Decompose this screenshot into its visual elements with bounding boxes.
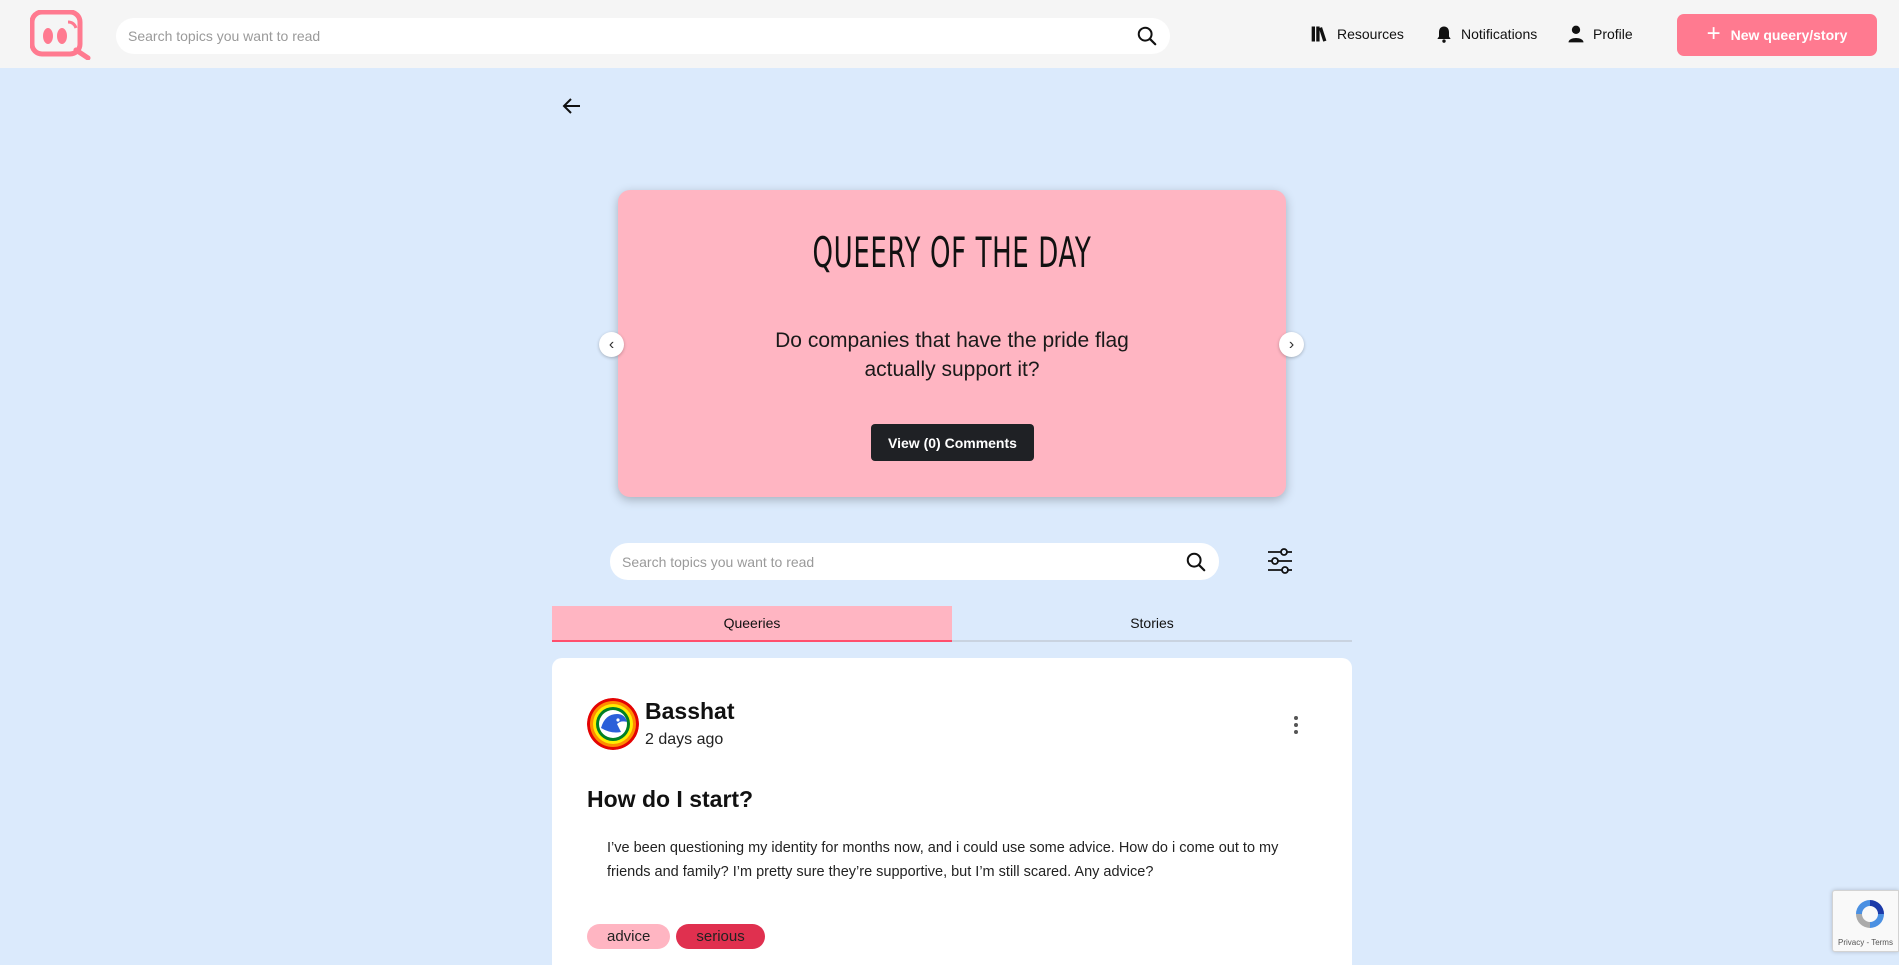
books-icon: [1311, 26, 1327, 42]
tag-advice[interactable]: advice: [587, 924, 671, 949]
feed-tabs: Queeries Stories: [552, 606, 1352, 642]
queery-of-the-day-card: QUEERY OF THE DAY Do companies that have…: [618, 190, 1286, 497]
new-queery-story-label: New queery/story: [1730, 27, 1848, 43]
feed-search: [610, 543, 1219, 580]
feed-search-input[interactable]: [610, 543, 1150, 580]
nav-profile-label: Profile: [1593, 26, 1633, 42]
post-timestamp: 2 days ago: [645, 731, 724, 748]
plus-icon: +: [1706, 20, 1721, 47]
nav-resources-label: Resources: [1337, 26, 1404, 42]
post-author[interactable]: Basshat: [645, 698, 734, 725]
filter-sliders-icon[interactable]: [1266, 547, 1294, 575]
app-logo[interactable]: [29, 9, 92, 61]
more-options-icon[interactable]: [1284, 713, 1308, 737]
tab-queeries[interactable]: Queeries: [552, 606, 952, 642]
post-body: I’ve been questioning my identity for mo…: [607, 840, 1279, 880]
bell-icon: [1437, 26, 1451, 43]
header-search: [116, 18, 1170, 54]
header-search-input[interactable]: [116, 18, 1096, 54]
back-arrow-icon[interactable]: [560, 94, 584, 118]
qotd-title: QUEERY OF THE DAY: [812, 228, 1092, 277]
qotd-question: Do companies that have the pride flag ac…: [775, 329, 1129, 381]
top-navbar: Resources Notifications Profile + New qu…: [0, 0, 1899, 68]
tab-stories[interactable]: Stories: [952, 606, 1352, 640]
chevron-left-icon: ‹: [608, 335, 615, 353]
search-icon[interactable]: [1185, 551, 1207, 573]
recaptcha-links[interactable]: Privacy - Terms: [1838, 938, 1893, 947]
user-icon: [1568, 25, 1584, 43]
avatar[interactable]: [587, 698, 639, 750]
recaptcha-icon: [1856, 900, 1884, 928]
view-comments-button[interactable]: View (0) Comments: [871, 424, 1034, 461]
post-card[interactable]: Basshat 2 days ago How do I start? I’ve …: [552, 658, 1352, 965]
nav-profile[interactable]: Profile: [1566, 22, 1633, 46]
post-title[interactable]: How do I start?: [587, 786, 753, 813]
recaptcha-badge[interactable]: Privacy - Terms: [1832, 890, 1899, 952]
nav-resources[interactable]: Resources: [1310, 22, 1404, 46]
carousel-prev-button[interactable]: ‹: [599, 332, 624, 357]
nav-notifications-label: Notifications: [1461, 26, 1538, 42]
tag-serious[interactable]: serious: [676, 924, 765, 949]
nav-notifications[interactable]: Notifications: [1434, 22, 1537, 46]
carousel-next-button[interactable]: ›: [1279, 332, 1304, 357]
chevron-right-icon: ›: [1288, 335, 1295, 353]
post-tags: advice serious: [587, 924, 765, 949]
new-queery-story-button[interactable]: + New queery/story: [1677, 14, 1877, 56]
search-icon[interactable]: [1136, 25, 1158, 47]
